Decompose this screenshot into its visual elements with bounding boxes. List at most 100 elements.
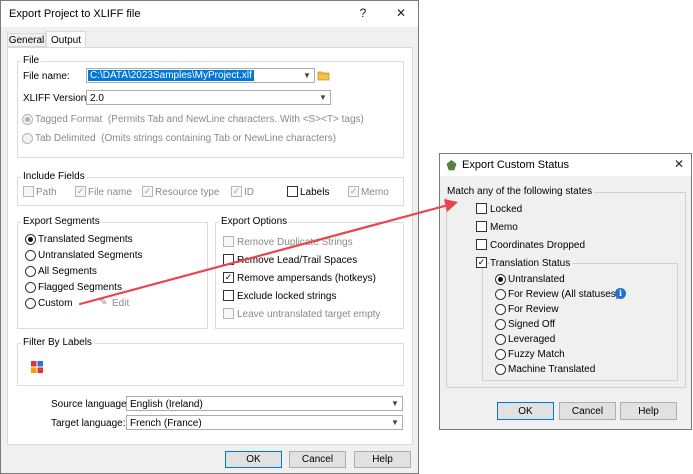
id-checkbox[interactable]: ✓ bbox=[231, 186, 242, 197]
remove-ampersands-checkbox[interactable]: ✓ bbox=[223, 272, 234, 283]
untranslated-label: Untranslated bbox=[508, 274, 565, 285]
labels-icon[interactable] bbox=[31, 361, 43, 373]
export-xliff-dialog: Export Project to XLIFF file ? ✕ General… bbox=[0, 0, 419, 474]
tagged-format-label: Tagged Format (Permits Tab and NewLine c… bbox=[35, 114, 364, 125]
coordinates-dropped-checkbox[interactable] bbox=[476, 239, 487, 250]
fuzzy-match-label: Fuzzy Match bbox=[508, 349, 565, 360]
leave-untranslated-checkbox[interactable] bbox=[223, 308, 234, 319]
translated-segments-label: Translated Segments bbox=[38, 234, 133, 245]
filter-by-labels-groupbox bbox=[17, 343, 404, 386]
for-review-all-label: For Review (All statuses) bbox=[508, 289, 620, 300]
export-segments-title: Export Segments bbox=[21, 216, 102, 227]
close-icon[interactable]: ✕ bbox=[393, 6, 409, 20]
remove-duplicate-label: Remove Duplicate Strings bbox=[237, 237, 353, 248]
custom-radio[interactable] bbox=[25, 298, 36, 309]
memo-checkbox[interactable]: ✓ bbox=[348, 186, 359, 197]
main-dialog-title: Export Project to XLIFF file bbox=[9, 8, 141, 20]
match-states-title: Match any of the following states bbox=[445, 186, 595, 197]
untranslated-radio[interactable] bbox=[495, 274, 506, 285]
leveraged-label: Leveraged bbox=[508, 334, 556, 345]
signed-off-radio[interactable] bbox=[495, 319, 506, 330]
exclude-locked-label: Exclude locked strings bbox=[237, 291, 337, 302]
coordinates-dropped-label: Coordinates Dropped bbox=[490, 240, 586, 251]
custom-label: Custom bbox=[38, 298, 73, 309]
include-fields-title: Include Fields bbox=[21, 171, 87, 182]
custom-ok-button[interactable]: OK bbox=[497, 402, 554, 420]
labels-checkbox[interactable] bbox=[287, 186, 298, 197]
cancel-button[interactable]: Cancel bbox=[289, 451, 346, 468]
memo-field-label: Memo bbox=[361, 187, 389, 198]
help-button[interactable]: Help bbox=[354, 451, 411, 468]
resource-type-checkbox[interactable]: ✓ bbox=[142, 186, 153, 197]
signed-off-label: Signed Off bbox=[508, 319, 556, 330]
labels-label: Labels bbox=[300, 187, 330, 198]
untranslated-segments-label: Untranslated Segments bbox=[38, 250, 143, 261]
file-group-title: File bbox=[21, 55, 42, 66]
chevron-down-icon[interactable]: ▼ bbox=[388, 416, 402, 429]
custom-help-button[interactable]: Help bbox=[620, 402, 677, 420]
file-name-field-label: File name bbox=[88, 187, 132, 198]
export-custom-status-dialog: Export Custom Status ✕ Match any of the … bbox=[439, 153, 692, 430]
machine-translated-radio[interactable] bbox=[495, 364, 506, 375]
untranslated-segments-radio[interactable] bbox=[25, 250, 36, 261]
leveraged-radio[interactable] bbox=[495, 334, 506, 345]
all-segments-label: All Segments bbox=[38, 266, 97, 277]
file-name-checkbox[interactable]: ✓ bbox=[75, 186, 86, 197]
flagged-segments-radio[interactable] bbox=[25, 282, 36, 293]
help-title-button[interactable]: ? bbox=[355, 6, 371, 20]
xliff-version-combo[interactable]: 2.0 ▼ bbox=[86, 90, 331, 105]
for-review-label: For Review bbox=[508, 304, 559, 315]
tab-general-label: General bbox=[8, 34, 45, 46]
remove-ampersands-label: Remove ampersands (hotkeys) bbox=[237, 273, 376, 284]
folder-icon[interactable] bbox=[317, 69, 330, 81]
tab-output-label: Output bbox=[50, 34, 82, 46]
tagged-format-radio[interactable] bbox=[22, 114, 33, 125]
info-icon[interactable]: i bbox=[615, 288, 626, 299]
file-name-value: C:\DATA\2023Samples\MyProject.xlf bbox=[88, 70, 254, 81]
tab-general[interactable]: General bbox=[7, 33, 46, 47]
exclude-locked-checkbox[interactable] bbox=[223, 290, 234, 301]
leave-untranslated-label: Leave untranslated target empty bbox=[237, 309, 381, 320]
target-language-value: French (France) bbox=[130, 418, 202, 429]
remove-lead-trail-checkbox[interactable] bbox=[223, 254, 234, 265]
target-language-combo[interactable]: French (France) ▼ bbox=[126, 415, 403, 430]
all-segments-radio[interactable] bbox=[25, 266, 36, 277]
translation-status-checkbox[interactable]: ✓ bbox=[476, 257, 487, 268]
translation-status-label: Translation Status bbox=[490, 258, 573, 269]
path-checkbox[interactable] bbox=[23, 186, 34, 197]
path-label: Path bbox=[36, 187, 57, 198]
ok-button[interactable]: OK bbox=[225, 451, 282, 468]
translated-segments-radio[interactable] bbox=[25, 234, 36, 245]
custom-cancel-button[interactable]: Cancel bbox=[559, 402, 616, 420]
memo-status-checkbox[interactable] bbox=[476, 221, 487, 232]
app-icon bbox=[446, 160, 457, 171]
tab-delimited-label: Tab Delimited (Omits strings containing … bbox=[35, 133, 337, 144]
source-language-label: Source language: bbox=[51, 399, 130, 410]
fuzzy-match-radio[interactable] bbox=[495, 349, 506, 360]
filter-by-labels-title: Filter By Labels bbox=[21, 337, 94, 348]
main-titlebar: Export Project to XLIFF file ? ✕ bbox=[1, 1, 418, 27]
edit-link[interactable]: Edit bbox=[112, 298, 129, 309]
locked-checkbox[interactable] bbox=[476, 203, 487, 214]
flagged-segments-label: Flagged Segments bbox=[38, 282, 122, 293]
remove-duplicate-checkbox[interactable] bbox=[223, 236, 234, 247]
for-review-all-radio[interactable] bbox=[495, 289, 506, 300]
for-review-radio[interactable] bbox=[495, 304, 506, 315]
target-language-label: Target language: bbox=[51, 418, 126, 429]
chevron-down-icon[interactable]: ▼ bbox=[316, 91, 330, 104]
custom-dialog-title: Export Custom Status bbox=[462, 159, 569, 171]
xliff-version-value: 2.0 bbox=[90, 93, 104, 104]
tab-delimited-radio[interactable] bbox=[22, 133, 33, 144]
machine-translated-label: Machine Translated bbox=[508, 364, 596, 375]
chevron-down-icon[interactable]: ▼ bbox=[388, 397, 402, 410]
remove-lead-trail-label: Remove Lead/Trail Spaces bbox=[237, 255, 358, 266]
tab-output[interactable]: Output bbox=[46, 31, 86, 48]
id-label: ID bbox=[244, 187, 254, 198]
xliff-version-label: XLIFF Version: bbox=[23, 93, 90, 104]
chevron-down-icon[interactable]: ▼ bbox=[300, 69, 314, 82]
close-icon[interactable]: ✕ bbox=[671, 157, 687, 171]
file-name-combo[interactable]: C:\DATA\2023Samples\MyProject.xlf ▼ bbox=[86, 68, 315, 83]
source-language-combo[interactable]: English (Ireland) ▼ bbox=[126, 396, 403, 411]
custom-titlebar: Export Custom Status ✕ bbox=[440, 154, 691, 176]
export-options-title: Export Options bbox=[219, 216, 290, 227]
